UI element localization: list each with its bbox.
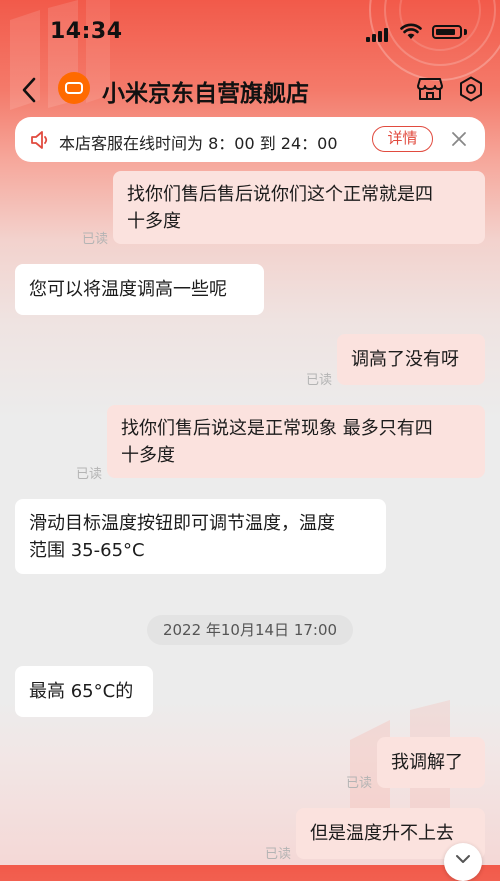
message-line: 您可以将温度调高一些呢 (29, 279, 227, 300)
message-line: 我调解了 (391, 752, 463, 773)
status-bar: 14:34 (0, 0, 500, 64)
message-line: 找你们售后说这是正常现象 最多只有四 (121, 418, 433, 439)
battery-icon (432, 25, 462, 39)
message-line: 滑动目标温度按钮即可调节温度，温度 (29, 513, 335, 534)
message-line: 找你们售后售后说你们这个正常就是四 (127, 184, 433, 205)
status-time: 14:34 (50, 19, 123, 44)
chevron-down-icon (456, 855, 470, 863)
store-icon[interactable] (417, 77, 443, 101)
speaker-icon (31, 131, 48, 149)
message-bubble-self[interactable]: 我调解了 (377, 737, 485, 788)
back-arrow-icon[interactable] (18, 76, 42, 104)
settings-icon[interactable] (458, 76, 484, 102)
battery-tip (464, 29, 467, 35)
read-receipt: 已读 (306, 373, 333, 388)
cellular-signal-icon (366, 28, 388, 42)
date-divider: 2022 年10月14日 17:00 (147, 615, 353, 645)
wifi-icon (400, 23, 422, 39)
page-title: 小米京东自营旗舰店 (102, 81, 309, 107)
close-icon[interactable] (449, 129, 469, 149)
mi-logo-icon (65, 82, 83, 94)
message-bubble-self[interactable]: 找你们售后说这是正常现象 最多只有四 十多度 (107, 405, 485, 478)
message-line: 十多度 (127, 211, 181, 232)
message-line: 调高了没有呀 (351, 349, 459, 370)
message-bubble-agent[interactable]: 滑动目标温度按钮即可调节温度，温度 范围 35-65°C (15, 499, 386, 574)
read-receipt: 已读 (346, 776, 373, 791)
message-bubble-self[interactable]: 调高了没有呀 (337, 334, 485, 385)
message-bubble-agent[interactable]: 最高 65°C的 (15, 666, 153, 717)
message-bubble-agent[interactable]: 您可以将温度调高一些呢 (15, 264, 264, 315)
message-line: 范围 35-65°C (29, 540, 145, 561)
message-bubble-self[interactable]: 找你们售后售后说你们这个正常就是四 十多度 (113, 171, 485, 244)
service-hours-notice: 本店客服在线时间为 8：00 到 24：00 详情 (15, 117, 485, 162)
notice-text: 本店客服在线时间为 8：00 到 24：00 (59, 134, 338, 153)
scroll-to-bottom-button[interactable] (444, 843, 482, 881)
details-button[interactable]: 详情 (372, 126, 433, 152)
message-line: 十多度 (121, 445, 175, 466)
message-line: 最高 65°C的 (29, 681, 134, 702)
read-receipt: 已读 (76, 467, 103, 482)
read-receipt: 已读 (265, 847, 292, 862)
store-logo[interactable] (58, 72, 90, 104)
read-receipt: 已读 (82, 232, 109, 247)
